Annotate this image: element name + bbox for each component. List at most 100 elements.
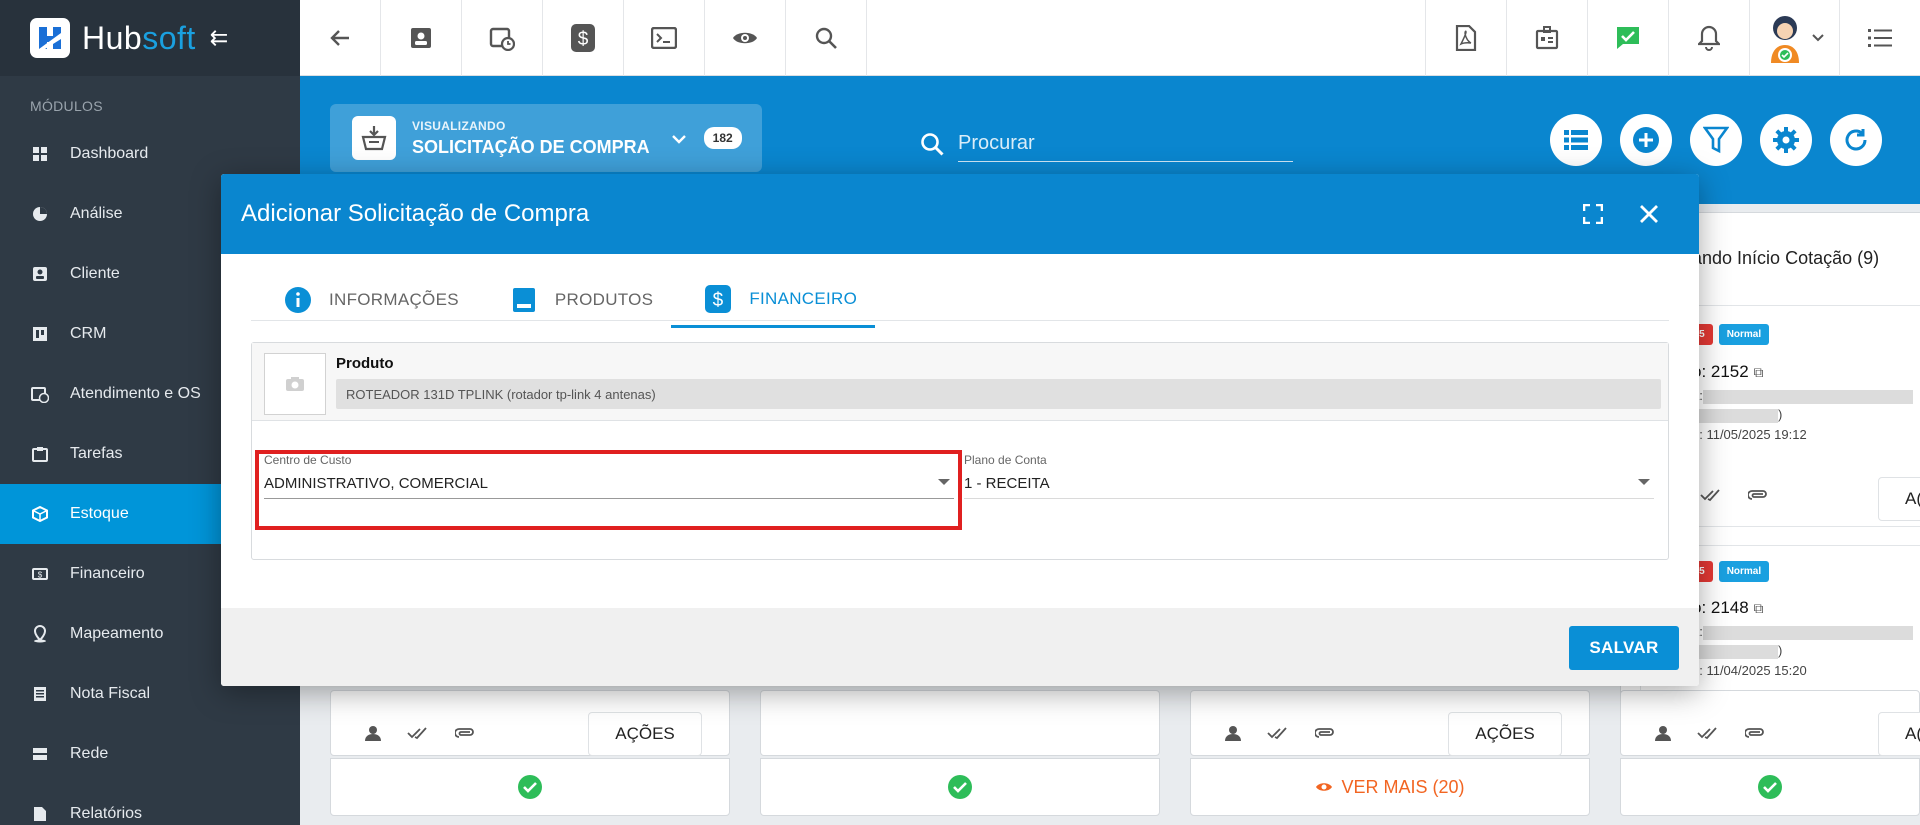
- double-check-icon[interactable]: [1697, 726, 1719, 740]
- card-requester: a:: [1692, 388, 1913, 404]
- report-icon: [30, 804, 50, 824]
- pdf-button[interactable]: [1425, 0, 1506, 76]
- sidebar-item-rede[interactable]: Rede: [0, 724, 300, 784]
- paperclip-icon[interactable]: [1315, 727, 1335, 739]
- card-action-icons: [365, 725, 475, 741]
- filter-icon: [1703, 126, 1729, 154]
- modal-footer: SALVAR: [221, 608, 1699, 686]
- refresh-icon: [1845, 129, 1867, 151]
- user-menu[interactable]: [1749, 0, 1839, 76]
- card-action-icons: [1655, 725, 1765, 741]
- person-icon[interactable]: [365, 725, 381, 741]
- ver-mais-link[interactable]: VER MAIS (20): [1315, 777, 1465, 798]
- search-bar: [920, 124, 1300, 164]
- ver-mais-footer[interactable]: VER MAIS (20): [1190, 758, 1590, 816]
- card-action-icons: [1700, 488, 1768, 502]
- company-button[interactable]: [1506, 0, 1587, 76]
- list-view-icon: [1564, 130, 1588, 150]
- priority-badge: Normal: [1718, 324, 1770, 345]
- product-image-placeholder: [264, 353, 326, 415]
- acoes-button[interactable]: AÇÕES: [588, 712, 702, 756]
- paperclip-icon[interactable]: [1745, 727, 1765, 739]
- sidebar-item-label: Relatórios: [70, 805, 143, 822]
- filter-button[interactable]: [1690, 114, 1742, 166]
- tabs-divider: [251, 320, 1669, 321]
- sidebar-item-label: Cliente: [70, 265, 120, 282]
- copy-icon: ⧉: [1753, 600, 1764, 616]
- svg-text:$: $: [713, 290, 724, 311]
- plus-circle-icon: [1633, 127, 1659, 153]
- sidebar-item-label: Financeiro: [70, 565, 145, 582]
- terminal-shortcut-button[interactable]: [624, 0, 705, 76]
- arrow-left-icon: [330, 30, 349, 46]
- card-status-footer: [760, 758, 1160, 816]
- product-row: Produto ROTEADOR 131D TPLINK (rotador tp…: [252, 343, 1668, 421]
- view-shortcut-button[interactable]: [705, 0, 786, 76]
- schedule-shortcut-button[interactable]: [462, 0, 543, 76]
- fullscreen-icon[interactable]: [1583, 204, 1603, 224]
- bell-icon: [1698, 25, 1720, 51]
- view-label: VISUALIZANDO: [412, 118, 506, 133]
- person-icon[interactable]: [1655, 725, 1671, 741]
- close-icon[interactable]: [1639, 204, 1659, 224]
- finance-shortcut-button[interactable]: $: [543, 0, 624, 76]
- acoes-button[interactable]: A(: [1878, 712, 1920, 756]
- card-id: o: 2148 ⧉: [1692, 598, 1764, 617]
- kanban-icon: [30, 324, 50, 344]
- refresh-button[interactable]: [1830, 114, 1882, 166]
- logo[interactable]: Hubsoft ⇇: [0, 0, 300, 76]
- money-icon: $: [30, 564, 50, 584]
- plano-conta-value[interactable]: 1 - RECEITA: [964, 475, 1654, 499]
- svg-text:$: $: [578, 29, 589, 50]
- sidebar-item-label: Rede: [70, 745, 109, 762]
- modal-title: Adicionar Solicitação de Compra: [241, 200, 590, 227]
- tasks-icon: [30, 444, 50, 464]
- priority-badge: Normal: [1718, 561, 1770, 582]
- centro-custo-highlight: [255, 450, 962, 530]
- notifications-button[interactable]: [1668, 0, 1749, 76]
- camera-icon: [286, 377, 304, 391]
- calendar-clock-icon: [30, 384, 50, 404]
- settings-button[interactable]: [1760, 114, 1812, 166]
- dollar-icon: $: [571, 24, 595, 52]
- person-icon[interactable]: [1225, 725, 1241, 741]
- calendar-clock-icon: [489, 27, 515, 51]
- contact-card-icon: [30, 264, 50, 284]
- modules-section-title: MÓDULOS: [30, 98, 103, 114]
- double-check-icon[interactable]: [1700, 488, 1722, 502]
- card-date: o: 11/05/2025 19:12: [1692, 427, 1807, 442]
- acoes-button[interactable]: AÇÕES: [1448, 712, 1562, 756]
- card-status-footer: [1620, 758, 1920, 816]
- search-shortcut-button[interactable]: [786, 0, 867, 76]
- card-requester: a:: [1692, 624, 1913, 640]
- chevron-down-icon: [671, 128, 686, 149]
- search-input[interactable]: [958, 126, 1293, 162]
- check-chat-icon: [1617, 27, 1639, 49]
- list-menu-button[interactable]: [1839, 0, 1920, 76]
- sidebar-item-relatorios[interactable]: Relatórios: [0, 784, 300, 825]
- client-shortcut-button[interactable]: [381, 0, 462, 76]
- card-action-icons: [1225, 725, 1335, 741]
- approval-button[interactable]: [1587, 0, 1668, 76]
- sidebar-item-label: Atendimento e OS: [70, 385, 201, 402]
- back-button[interactable]: [300, 0, 381, 76]
- list-icon: [1868, 29, 1892, 47]
- collapse-menu-icon[interactable]: ⇇: [210, 25, 228, 51]
- card-footer-strip: [760, 690, 1160, 756]
- dashboard-icon: [30, 144, 50, 164]
- search-icon: [815, 27, 837, 49]
- card-date: o: 11/04/2025 15:20: [1692, 663, 1807, 678]
- paperclip-icon[interactable]: [1748, 489, 1768, 501]
- top-toolbar: $: [300, 0, 1920, 76]
- paperclip-icon[interactable]: [455, 727, 475, 739]
- double-check-icon[interactable]: [407, 726, 429, 740]
- double-check-icon[interactable]: [1267, 726, 1289, 740]
- list-view-button[interactable]: [1550, 114, 1602, 166]
- add-button[interactable]: [1620, 114, 1672, 166]
- gear-icon: [1773, 127, 1799, 153]
- sidebar-item-label: Tarefas: [70, 445, 123, 462]
- save-button[interactable]: SALVAR: [1569, 626, 1679, 670]
- acoes-button[interactable]: A(: [1878, 477, 1920, 521]
- plano-conta-select[interactable]: Plano de Conta 1 - RECEITA: [964, 453, 1654, 503]
- view-selector[interactable]: VISUALIZANDO SOLICITAÇÃO DE COMPRA 182: [330, 104, 762, 172]
